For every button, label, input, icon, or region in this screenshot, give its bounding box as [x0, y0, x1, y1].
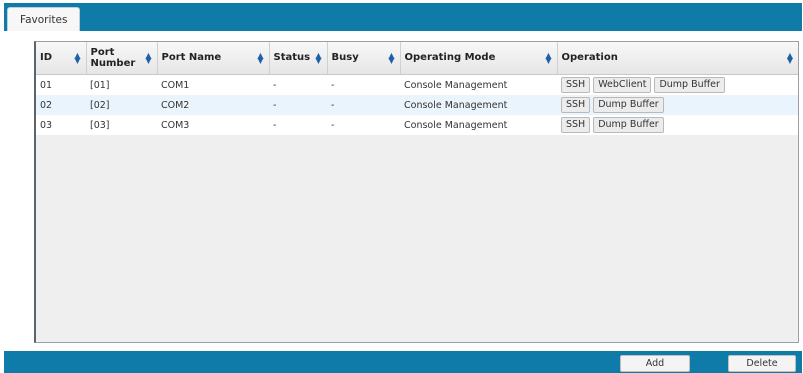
cell-operation: SSH Dump Buffer	[557, 115, 798, 135]
dump-buffer-button[interactable]: Dump Buffer	[593, 97, 664, 113]
cell-busy: -	[327, 95, 400, 115]
table-row[interactable]: 02 [02] COM2 - - Console Management SSH D…	[36, 95, 798, 115]
tab-bar: Favorites	[4, 3, 802, 32]
sort-icon[interactable]: ▲ ▼	[145, 52, 151, 65]
ports-grid: ID ▲ ▼ Port Number ▲ ▼ Port Name ▲ ▼ Status ▲ ▼ …	[34, 41, 799, 343]
favorites-panel: ID ▲ ▼ Port Number ▲ ▼ Port Name ▲ ▼ Status ▲ ▼ …	[4, 31, 802, 349]
dump-buffer-button[interactable]: Dump Buffer	[593, 117, 664, 133]
cell-operating-mode: Console Management	[400, 115, 557, 135]
cell-port-number: [02]	[86, 95, 157, 115]
cell-id: 01	[36, 74, 86, 95]
ssh-button[interactable]: SSH	[561, 117, 591, 133]
cell-status: -	[269, 74, 327, 95]
dump-buffer-button[interactable]: Dump Buffer	[654, 77, 725, 93]
cell-busy: -	[327, 74, 400, 95]
column-header-status[interactable]: Status ▲ ▼	[269, 42, 328, 75]
cell-operation: SSH WebClient Dump Buffer	[557, 74, 798, 95]
cell-busy: -	[327, 115, 400, 135]
ssh-button[interactable]: SSH	[561, 97, 591, 113]
cell-port-name: COM2	[157, 95, 269, 115]
column-header-operation[interactable]: Operation ▲ ▼	[557, 42, 798, 75]
sort-icon[interactable]: ▲ ▼	[787, 52, 793, 65]
cell-port-number: [01]	[86, 74, 157, 95]
cell-id: 02	[36, 95, 86, 115]
cell-id: 03	[36, 115, 86, 135]
cell-operating-mode: Console Management	[400, 74, 557, 95]
delete-button[interactable]: Delete	[728, 355, 796, 372]
tab-favorites[interactable]: Favorites	[7, 7, 81, 32]
cell-operation: SSH Dump Buffer	[557, 95, 798, 115]
add-button[interactable]: Add	[620, 355, 690, 372]
ports-table: ID ▲ ▼ Port Number ▲ ▼ Port Name ▲ ▼ Status ▲ ▼ …	[36, 42, 798, 135]
column-header-operating-mode[interactable]: Operating Mode ▲ ▼	[400, 42, 558, 75]
footer-toolbar: Add Delete	[4, 351, 802, 373]
cell-port-number: [03]	[86, 115, 157, 135]
table-header-row: ID ▲ ▼ Port Number ▲ ▼ Port Name ▲ ▼ Status ▲ ▼ …	[36, 42, 798, 75]
table-row[interactable]: 01 [01] COM1 - - Console Management SSH W…	[36, 74, 798, 95]
column-header-busy[interactable]: Busy ▲ ▼	[327, 42, 401, 75]
sort-icon[interactable]: ▲ ▼	[315, 52, 321, 65]
sort-icon[interactable]: ▲ ▼	[545, 52, 551, 65]
ssh-button[interactable]: SSH	[561, 77, 591, 93]
sort-icon[interactable]: ▲ ▼	[388, 52, 394, 65]
column-header-port-name[interactable]: Port Name ▲ ▼	[157, 42, 270, 75]
cell-port-name: COM3	[157, 115, 269, 135]
cell-status: -	[269, 115, 327, 135]
sort-icon[interactable]: ▲ ▼	[257, 52, 263, 65]
cell-operating-mode: Console Management	[400, 95, 557, 115]
sort-icon[interactable]: ▲ ▼	[74, 52, 80, 65]
cell-status: -	[269, 95, 327, 115]
webclient-button[interactable]: WebClient	[593, 77, 652, 93]
cell-port-name: COM1	[157, 74, 269, 95]
table-row[interactable]: 03 [03] COM3 - - Console Management SSH D…	[36, 115, 798, 135]
column-header-port-number[interactable]: Port Number ▲ ▼	[86, 42, 158, 75]
column-header-id[interactable]: ID ▲ ▼	[36, 42, 87, 75]
